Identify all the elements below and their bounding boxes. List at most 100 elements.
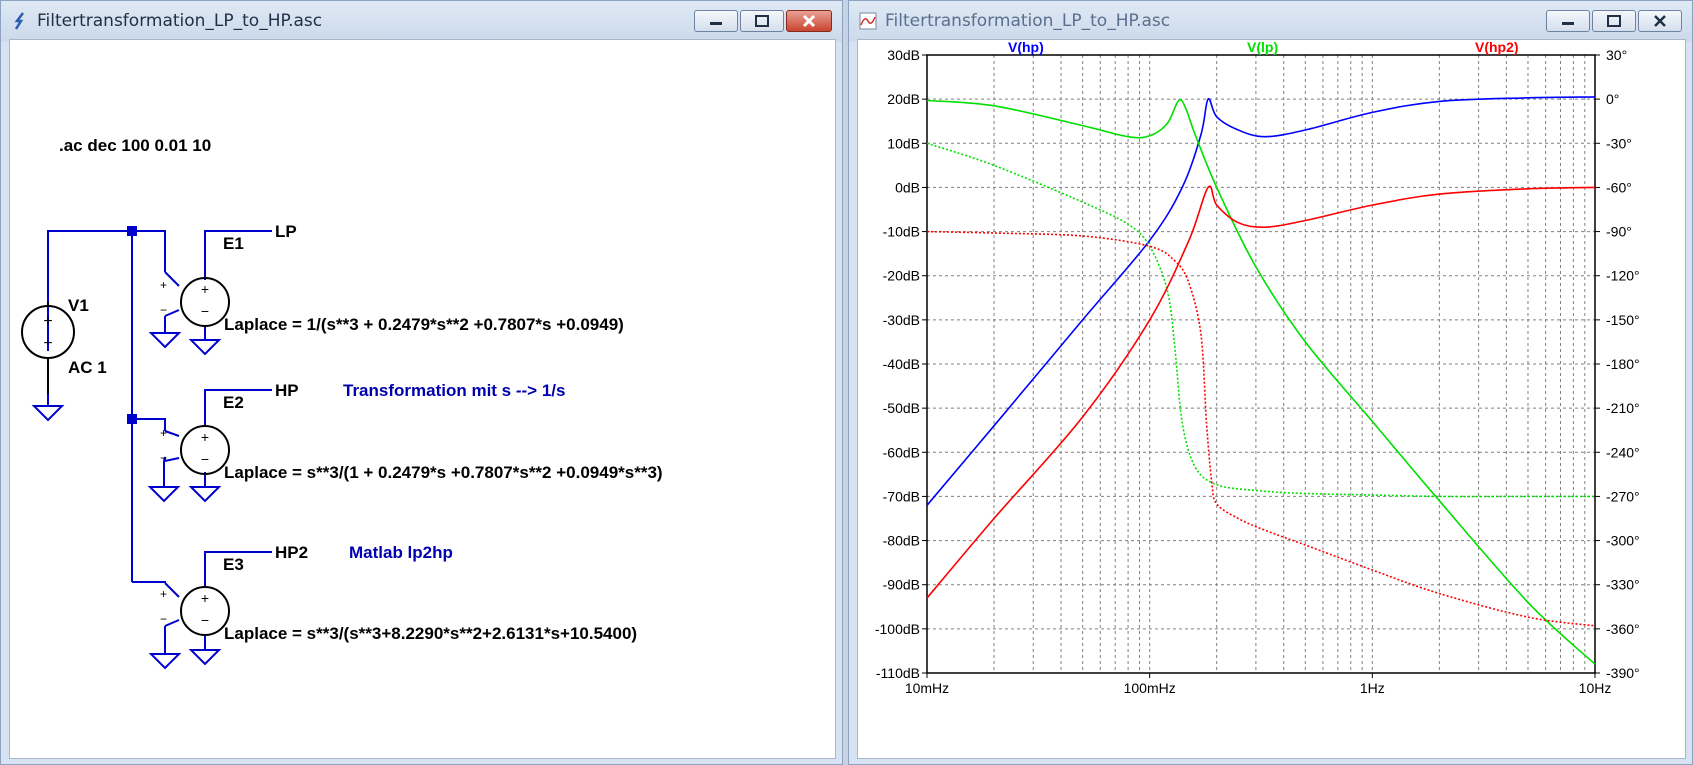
schematic-canvas[interactable]: + − V1 AC 1 + − + − E1 LP Laplace = 1/(s… [9, 39, 836, 759]
waveform-titlebar[interactable]: Filtertransformation_LP_to_HP.asc [849, 1, 1692, 42]
bode-plot[interactable]: 30dB 20dB 10dB 0dB -10dB -20dB -30dB -40dB -50dB… [858, 39, 1687, 760]
maximize-icon [1607, 15, 1621, 27]
close-icon [802, 14, 816, 28]
plus-sign: + [160, 587, 167, 601]
source-name: E3 [223, 555, 244, 574]
plus-sign: + [160, 278, 167, 292]
trace-group [926, 96, 1596, 665]
plot-grid [927, 55, 1595, 673]
y-tick-label: 20dB [887, 91, 920, 107]
y2-tick-label: -390° [1606, 665, 1640, 681]
phase-trace-vhp2 [926, 230, 1596, 627]
minimize-button[interactable] [694, 10, 738, 32]
waveform-window[interactable]: Filtertransformation_LP_to_HP.asc 30dB 20… [848, 0, 1693, 765]
controlled-source-e2[interactable]: + − + − E2 HP Transformation mit s --> 1… [160, 381, 663, 482]
source-value: AC 1 [68, 358, 107, 377]
y2-tick-label: -180° [1606, 356, 1640, 372]
source-name: E1 [223, 234, 244, 253]
minimize-button[interactable] [1546, 10, 1590, 32]
y-tick-label: -80dB [883, 533, 920, 549]
net-label: HP2 [275, 543, 308, 562]
x-tick-label: 10mHz [905, 680, 949, 696]
y2-tick-label: -270° [1606, 488, 1640, 504]
minus-sign: − [201, 612, 209, 628]
junction-dot [127, 414, 137, 424]
legend-label-vhp[interactable]: V(hp) [1008, 39, 1044, 55]
y2-tick-label: -240° [1606, 444, 1640, 460]
x-tick-label: 100mHz [1124, 680, 1176, 696]
trace-legend[interactable]: V(hp) V(lp) V(hp2) [1008, 39, 1519, 55]
y-tick-label: -20dB [883, 268, 920, 284]
minimize-icon [1562, 22, 1574, 25]
y2-tick-label: -120° [1606, 268, 1640, 284]
controlled-source-e1[interactable]: + − + − E1 LP Laplace = 1/(s**3 + 0.2479… [160, 222, 624, 334]
minus-sign: − [201, 451, 209, 467]
net-label: LP [275, 222, 297, 241]
minus-sign: − [160, 451, 167, 465]
minus-sign: − [201, 303, 209, 319]
controlled-source-e3[interactable]: + − + − E3 HP2 Matlab lp2hp Laplace = s*… [160, 543, 637, 643]
spice-directive[interactable]: .ac dec 100 0.01 10 [59, 136, 211, 155]
y-tick-label: -90dB [883, 577, 920, 593]
source-name: E2 [223, 393, 244, 412]
y-tick-label: 30dB [887, 47, 920, 63]
window-title: Filtertransformation_LP_to_HP.asc [37, 11, 323, 31]
net-label: HP [275, 381, 299, 400]
legend-label-vhp2[interactable]: V(hp2) [1475, 39, 1519, 55]
laplace-expression: Laplace = s**3/(s**3+8.2290*s**2+2.6131*… [224, 624, 637, 643]
y2-tick-label: -150° [1606, 312, 1640, 328]
close-button[interactable] [786, 10, 832, 32]
plus-sign: + [201, 429, 209, 445]
y-tick-label: -40dB [883, 356, 920, 372]
maximize-button[interactable] [1592, 10, 1636, 32]
y2-tick-label: -90° [1606, 224, 1632, 240]
schematic-comment: Matlab lp2hp [349, 543, 453, 562]
ground-symbols [31, 332, 222, 670]
y-tick-label: 0dB [895, 179, 920, 195]
x-tick-label: 10Hz [1579, 680, 1612, 696]
magnitude-trace-vhp [926, 96, 1596, 506]
y2-axis-ticks: 30° 0° -30° -60° -90° -120° -150° -180° -210° -24… [1595, 47, 1640, 681]
minus-sign: − [160, 612, 167, 626]
schematic-window[interactable]: Filtertransformation_LP_to_HP.asc + − V1… [0, 0, 843, 765]
schematic-comment: Transformation mit s --> 1/s [343, 381, 565, 400]
y-tick-label: -70dB [883, 488, 920, 504]
y-tick-label: -110dB [876, 665, 920, 681]
y-axis-ticks: 30dB 20dB 10dB 0dB -10dB -20dB -30dB -40dB -50dB… [875, 47, 927, 681]
magnitude-trace-vhp2 [926, 185, 1596, 599]
y2-tick-label: -300° [1606, 533, 1640, 549]
close-button[interactable] [1638, 10, 1682, 32]
plot-frame [926, 54, 1596, 674]
legend-label-vlp[interactable]: V(lp) [1247, 39, 1278, 55]
schematic-titlebar[interactable]: Filtertransformation_LP_to_HP.asc [1, 1, 842, 42]
laplace-expression: Laplace = 1/(s**3 + 0.2479*s**2 +0.7807*… [224, 315, 624, 334]
voltage-source-v1[interactable]: + − V1 AC 1 [21, 296, 107, 394]
x-tick-label: 1Hz [1360, 680, 1385, 696]
junction-dot [127, 226, 137, 236]
phase-trace-vlp [926, 142, 1595, 498]
close-icon [1654, 15, 1666, 27]
window-title: Filtertransformation_LP_to_HP.asc [885, 11, 1171, 31]
magnitude-trace-vlp [926, 98, 1596, 665]
y-tick-label: -60dB [883, 444, 920, 460]
minimize-icon [710, 22, 722, 25]
plus-sign: + [201, 281, 209, 297]
waveform-viewer-icon [859, 12, 877, 30]
y2-tick-label: -210° [1606, 400, 1640, 416]
plot-pane[interactable]: 30dB 20dB 10dB 0dB -10dB -20dB -30dB -40dB -50dB… [857, 39, 1686, 759]
y-tick-label: -100dB [875, 621, 920, 637]
y2-tick-label: -30° [1606, 135, 1632, 151]
minus-sign: − [43, 335, 52, 352]
schematic-drawing[interactable]: + − V1 AC 1 + − + − E1 LP Laplace = 1/(s… [10, 40, 837, 760]
plus-sign: + [43, 313, 52, 330]
x-axis-ticks: 10mHz 100mHz 1Hz 10Hz [905, 673, 1612, 696]
y-tick-label: -30dB [883, 312, 920, 328]
laplace-expression: Laplace = s**3/(1 + 0.2479*s +0.7807*s**… [224, 463, 663, 482]
maximize-button[interactable] [740, 10, 784, 32]
source-name: V1 [68, 296, 89, 315]
y-tick-label: -50dB [883, 400, 920, 416]
y2-tick-label: 0° [1606, 91, 1619, 107]
plus-sign: + [201, 590, 209, 606]
y2-tick-label: -60° [1606, 179, 1632, 195]
y-tick-label: -10dB [883, 224, 920, 240]
